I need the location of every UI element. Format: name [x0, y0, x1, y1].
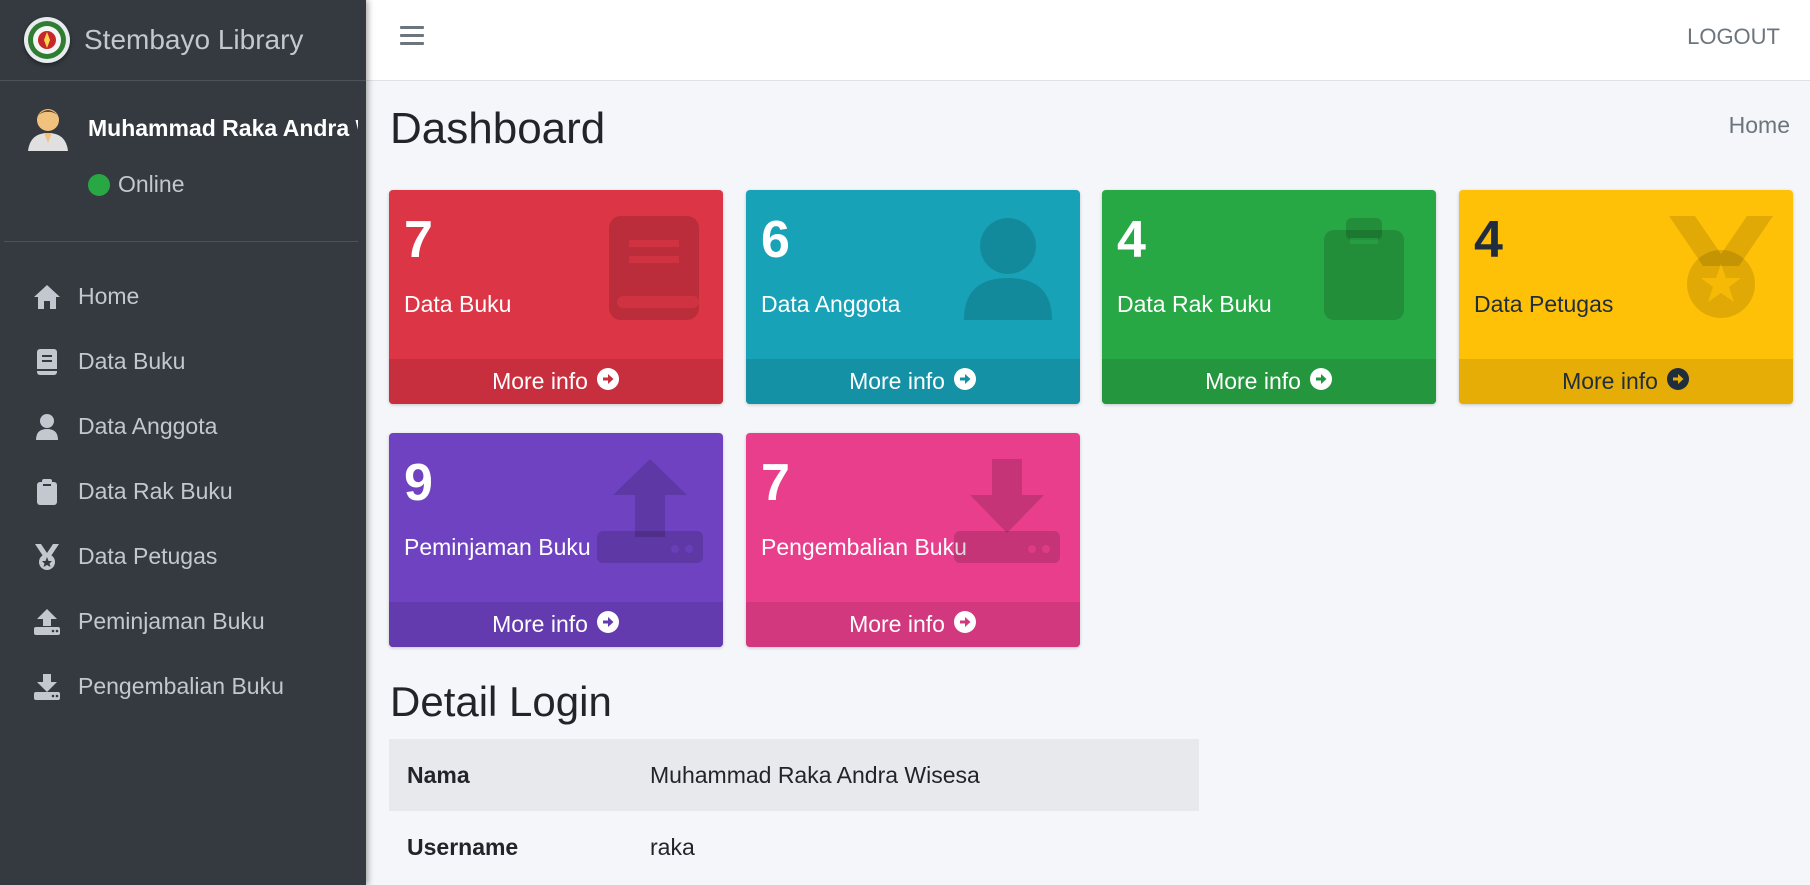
- more-info-link[interactable]: More info: [1102, 359, 1436, 404]
- clipboard-icon: [1312, 216, 1416, 320]
- stat-count: 4: [1474, 211, 1503, 269]
- sidebar-item-label: Data Anggota: [78, 413, 218, 439]
- school-logo-icon: [24, 17, 70, 63]
- user-status: Online: [88, 171, 184, 198]
- menu-toggle-icon[interactable]: [400, 26, 424, 50]
- more-info-label: More info: [1205, 368, 1301, 394]
- sidebar-item-label: Data Petugas: [78, 543, 218, 569]
- more-info-link[interactable]: More info: [1459, 359, 1793, 404]
- stat-label: Pengembalian Buku: [761, 534, 967, 560]
- brand-title: Stembayo Library: [84, 24, 304, 55]
- user-name[interactable]: Muhammad Raka Andra Wisesa: [88, 115, 358, 142]
- page-title: Dashboard: [390, 104, 606, 153]
- sidebar-item-pengembalian-buku[interactable]: Pengembalian Buku: [0, 654, 366, 719]
- stat-box-data-rak-buku: 4 Data Rak Buku More info: [1102, 190, 1436, 404]
- detail-login-table: Nama Muhammad Raka Andra Wisesa Username…: [389, 739, 1199, 883]
- sidebar-item-data-buku[interactable]: Data Buku: [0, 329, 366, 394]
- stat-label: Data Anggota: [761, 291, 901, 317]
- upload-icon: [32, 607, 62, 637]
- sidebar-nav: Home Data Buku Data Anggota Data Rak Buk…: [0, 264, 366, 719]
- more-info-label: More info: [849, 611, 945, 637]
- stat-box-pengembalian-buku: 7 Pengembalian Buku More info: [746, 433, 1080, 647]
- avatar[interactable]: [24, 103, 72, 151]
- stat-count: 6: [761, 211, 790, 269]
- detail-value: raka: [650, 833, 695, 860]
- more-info-label: More info: [849, 368, 945, 394]
- sidebar-item-label: Data Rak Buku: [78, 478, 233, 504]
- stat-count: 7: [761, 454, 790, 512]
- arrow-circle-right-icon: [1309, 367, 1333, 397]
- brand[interactable]: Stembayo Library: [0, 0, 366, 81]
- more-info-link[interactable]: More info: [746, 359, 1080, 404]
- breadcrumb-home[interactable]: Home: [1729, 112, 1790, 139]
- logout-link[interactable]: LOGOUT: [1687, 24, 1780, 50]
- sidebar-item-data-petugas[interactable]: Data Petugas: [0, 524, 366, 589]
- online-status-icon: [88, 173, 110, 196]
- more-info-label: More info: [1562, 368, 1658, 394]
- more-info-link[interactable]: More info: [389, 602, 723, 647]
- book-icon: [32, 347, 62, 377]
- stat-label: Data Petugas: [1474, 291, 1614, 317]
- clipboard-icon: [32, 477, 62, 507]
- more-info-link[interactable]: More info: [746, 602, 1080, 647]
- book-icon: [599, 216, 703, 320]
- stat-box-peminjaman-buku: 9 Peminjaman Buku More info: [389, 433, 723, 647]
- arrow-circle-right-icon: [596, 610, 620, 640]
- download-icon: [32, 672, 62, 702]
- sidebar-item-data-rak-buku[interactable]: Data Rak Buku: [0, 459, 366, 524]
- arrow-circle-right-icon: [953, 367, 977, 397]
- detail-key: Nama: [407, 761, 470, 788]
- stat-count: 7: [404, 211, 433, 269]
- stat-box-data-buku: 7 Data Buku More info: [389, 190, 723, 404]
- more-info-label: More info: [492, 611, 588, 637]
- sidebar-item-label: Home: [78, 283, 140, 309]
- download-icon: [954, 459, 1060, 563]
- sidebar-item-data-anggota[interactable]: Data Anggota: [0, 394, 366, 459]
- arrow-circle-right-icon: [953, 610, 977, 640]
- upload-icon: [597, 459, 703, 563]
- stat-box-data-anggota: 6 Data Anggota More info: [746, 190, 1080, 404]
- detail-key: Username: [407, 833, 519, 860]
- sidebar-item-label: Data Buku: [78, 348, 186, 374]
- stat-box-data-petugas: 4 Data Petugas More info: [1459, 190, 1793, 404]
- medal-icon: [32, 542, 62, 572]
- table-row: Username raka: [389, 811, 1199, 883]
- table-row: Nama Muhammad Raka Andra Wisesa: [389, 739, 1199, 811]
- sidebar-item-home[interactable]: Home: [0, 264, 366, 329]
- top-navbar: LOGOUT: [366, 0, 1810, 81]
- user-icon: [32, 412, 62, 442]
- more-info-link[interactable]: More info: [389, 359, 723, 404]
- user-icon: [956, 216, 1060, 320]
- stat-label: Peminjaman Buku: [404, 534, 591, 560]
- home-icon: [32, 282, 62, 312]
- stat-label: Data Buku: [404, 291, 512, 317]
- medal-icon: [1669, 216, 1773, 320]
- sidebar-item-label: Pengembalian Buku: [78, 673, 284, 699]
- user-panel: Muhammad Raka Andra Wisesa Online: [4, 81, 358, 242]
- stat-label: Data Rak Buku: [1117, 291, 1272, 317]
- arrow-circle-right-icon: [1666, 367, 1690, 397]
- sidebar-item-peminjaman-buku[interactable]: Peminjaman Buku: [0, 589, 366, 654]
- sidebar: Stembayo Library Muhammad Raka Andra Wis…: [0, 0, 366, 885]
- stat-count: 4: [1117, 211, 1146, 269]
- detail-value: Muhammad Raka Andra Wisesa: [650, 761, 980, 788]
- stat-count: 9: [404, 454, 433, 512]
- more-info-label: More info: [492, 368, 588, 394]
- status-label: Online: [118, 171, 185, 197]
- sidebar-item-label: Peminjaman Buku: [78, 608, 265, 634]
- section-title-detail-login: Detail Login: [390, 678, 612, 725]
- arrow-circle-right-icon: [596, 367, 620, 397]
